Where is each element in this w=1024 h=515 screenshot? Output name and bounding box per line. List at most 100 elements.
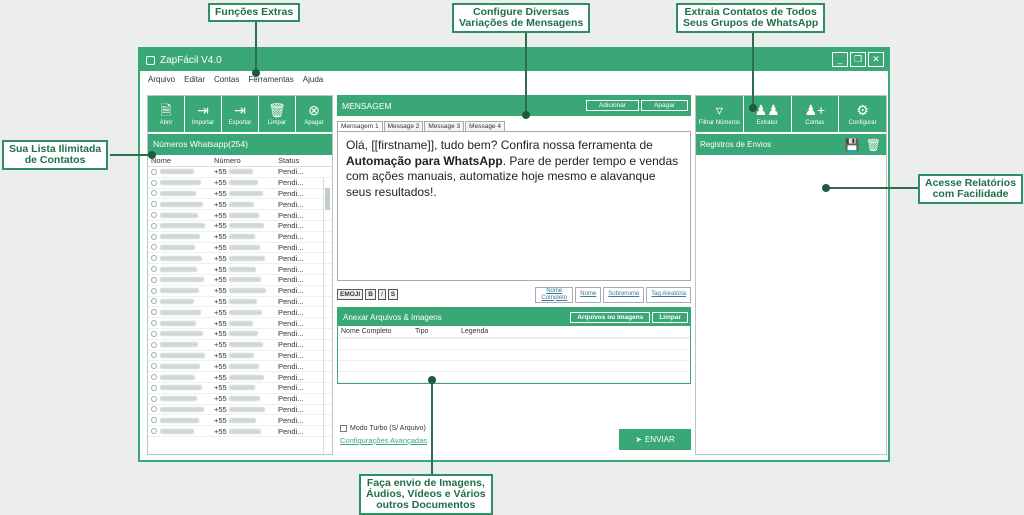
bold-button[interactable]: B bbox=[365, 289, 376, 300]
blurred-number bbox=[228, 180, 258, 186]
contacts-toolbar: 🗎 Abrir ⇥ Importar ⇥ Exportar 🗑 Limpar ⊗ Apag… bbox=[148, 96, 332, 132]
tag-nome[interactable]: Nome bbox=[575, 286, 602, 303]
table-row[interactable]: +55 Pendi... bbox=[148, 167, 332, 178]
callout-line bbox=[525, 31, 527, 115]
table-row[interactable]: +55 Pendi... bbox=[148, 372, 332, 383]
clock-icon bbox=[151, 222, 157, 229]
add-files-button[interactable]: Arquivos ou Imagens bbox=[570, 311, 651, 323]
import-button[interactable]: ⇥ Importar bbox=[185, 96, 221, 132]
column-tipo[interactable]: Tipo bbox=[415, 328, 461, 335]
table-row[interactable]: +55 Pendi... bbox=[148, 178, 332, 189]
accounts-button[interactable]: ♟+ Contas bbox=[791, 96, 839, 132]
column-status[interactable]: Status bbox=[278, 156, 320, 165]
message-text-bold: Automação para WhatsApp bbox=[346, 153, 503, 168]
table-row[interactable]: +55 Pendi... bbox=[148, 286, 332, 297]
table-row[interactable]: +55 Pendi... bbox=[148, 415, 332, 427]
contact-name bbox=[148, 179, 214, 186]
save-icon[interactable]: 💾 bbox=[845, 138, 860, 152]
tab-message-3[interactable]: Message 3 bbox=[424, 121, 465, 131]
table-row[interactable]: +55 Pendi... bbox=[148, 383, 332, 394]
filter-label: Filtrar Números bbox=[698, 120, 741, 126]
contact-number: +55 bbox=[214, 167, 278, 176]
table-row[interactable]: +55 Pendi... bbox=[148, 307, 332, 319]
tag-aleatoria[interactable]: Tag Aleatória bbox=[646, 286, 691, 303]
column-numero[interactable]: Número bbox=[214, 156, 278, 165]
delete-message-button[interactable]: Apagar bbox=[641, 100, 688, 111]
menu-editar[interactable]: Editar bbox=[184, 75, 205, 84]
settings-button[interactable]: ⚙ Configurar bbox=[839, 96, 886, 132]
italic-button[interactable]: I bbox=[377, 289, 386, 300]
blurred-number bbox=[228, 406, 265, 412]
minimize-button[interactable]: _ bbox=[832, 52, 848, 67]
delete-button[interactable]: ⊗ Apagar bbox=[296, 96, 332, 132]
maximize-button[interactable]: ❐ bbox=[850, 52, 866, 67]
table-row[interactable]: +55 Pendi... bbox=[148, 253, 332, 265]
advanced-settings-link[interactable]: Configurações Avançadas bbox=[340, 436, 427, 445]
tab-message-4[interactable]: Message 4 bbox=[465, 121, 505, 131]
extractor-button[interactable]: ♟♟ Extrator bbox=[743, 96, 791, 132]
table-row[interactable]: +55 Pendi... bbox=[148, 361, 332, 373]
scrollbar-thumb[interactable] bbox=[325, 188, 330, 210]
contact-status: Pendi... bbox=[278, 340, 304, 350]
table-row[interactable]: +55 Pendi... bbox=[148, 329, 332, 340]
table-row[interactable]: +55 Pendi... bbox=[148, 189, 332, 200]
send-button[interactable]: ➤ ENVIAR bbox=[619, 429, 691, 450]
table-row[interactable]: +55 Pendi... bbox=[148, 264, 332, 275]
tab-message-2[interactable]: Message 2 bbox=[383, 121, 424, 131]
turbo-mode-checkbox[interactable]: Modo Turbo (S/ Arquivo) bbox=[340, 425, 427, 432]
column-nome-completo[interactable]: Nome Completo bbox=[341, 328, 415, 335]
reports-panel: ▿ Filtrar Números ♟♟ Extrator ♟+ Contas ⚙ Co… bbox=[695, 95, 887, 455]
blurred-number bbox=[228, 352, 254, 358]
close-button[interactable]: ✕ bbox=[868, 52, 884, 67]
table-row[interactable]: +55 Pendi... bbox=[148, 340, 332, 351]
filter-numbers-button[interactable]: ▿ Filtrar Números bbox=[696, 96, 743, 132]
table-row[interactable]: +55 Pendi... bbox=[148, 426, 332, 437]
table-row[interactable]: +55 Pendi... bbox=[148, 210, 332, 221]
contact-status: Pendi... bbox=[278, 394, 304, 404]
contacts-scrollbar[interactable] bbox=[323, 178, 330, 456]
tab-message-1[interactable]: Mensagem 1 bbox=[337, 121, 383, 131]
add-message-button[interactable]: Adicionar bbox=[585, 100, 640, 111]
contact-number-prefix: +55 bbox=[214, 404, 227, 414]
menu-arquivo[interactable]: Arquivo bbox=[148, 75, 175, 84]
contacts-list: +55 Pendi... +55 Pendi... +55 Pendi... +55 … bbox=[148, 167, 332, 449]
callout-configure-line2: Variações de Mensagens bbox=[459, 17, 584, 29]
table-row[interactable]: +55 Pendi... bbox=[148, 394, 332, 405]
table-row[interactable]: +55 Pendi... bbox=[148, 232, 332, 243]
tag-sobrenome[interactable]: Sobrenome bbox=[603, 286, 645, 303]
strike-button[interactable]: S bbox=[387, 289, 399, 300]
clear-files-button[interactable]: Limpar bbox=[652, 311, 688, 323]
contact-name bbox=[148, 255, 214, 262]
table-row[interactable]: +55 Pendi... bbox=[148, 221, 332, 232]
column-legenda[interactable]: Legenda bbox=[461, 328, 488, 335]
trash-icon[interactable]: 🗑 bbox=[866, 138, 881, 152]
export-button[interactable]: ⇥ Exportar bbox=[222, 96, 258, 132]
table-row[interactable]: +55 Pendi... bbox=[148, 275, 332, 286]
menu-ajuda[interactable]: Ajuda bbox=[303, 75, 323, 84]
window-controls: _ ❐ ✕ bbox=[832, 52, 884, 67]
menu-contas[interactable]: Contas bbox=[214, 75, 239, 84]
message-textarea[interactable]: Olá, [[firstname]], tudo bem? Confira no… bbox=[337, 131, 691, 281]
column-nome[interactable]: Nome bbox=[148, 156, 214, 165]
blurred-number bbox=[228, 385, 255, 391]
clock-icon bbox=[151, 330, 157, 337]
contact-number: +55 bbox=[214, 189, 278, 198]
table-row[interactable]: +55 Pendi... bbox=[148, 318, 332, 329]
callout-relatorios: Acesse Relatórios com Facilidade bbox=[918, 174, 1024, 204]
emoji-button[interactable]: EMOJI bbox=[337, 289, 364, 300]
callout-lista-line2: de Contatos bbox=[24, 154, 86, 166]
tag-nome-completo[interactable]: Nome Completo bbox=[535, 286, 574, 303]
table-row[interactable]: +55 Pendi... bbox=[148, 351, 332, 362]
table-row[interactable]: +55 Pendi... bbox=[148, 297, 332, 308]
clear-button[interactable]: 🗑 Limpar bbox=[259, 96, 295, 132]
open-button[interactable]: 🗎 Abrir bbox=[148, 96, 184, 132]
table-row[interactable]: +55 Pendi... bbox=[148, 199, 332, 211]
contact-number-prefix: +55 bbox=[214, 242, 227, 252]
table-row[interactable]: +55 Pendi... bbox=[148, 405, 332, 416]
accounts-label: Contas bbox=[805, 120, 825, 126]
clock-icon bbox=[151, 190, 157, 197]
checkbox-box[interactable] bbox=[340, 425, 347, 432]
contact-number: +55 bbox=[214, 329, 278, 338]
table-row[interactable]: +55 Pendi... bbox=[148, 243, 332, 254]
contact-status: Pendi... bbox=[278, 264, 304, 274]
